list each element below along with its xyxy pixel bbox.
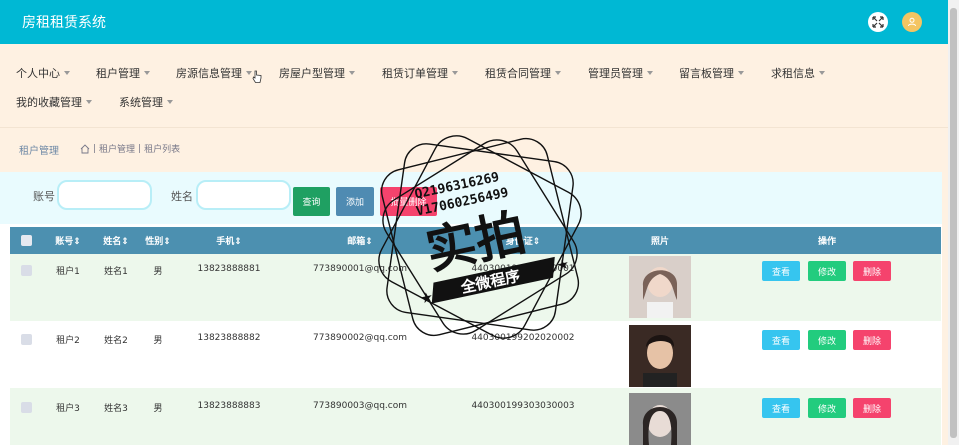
column-header-name[interactable]: 姓名⇕ — [103, 234, 129, 247]
caret-down-icon — [647, 71, 653, 75]
view-button[interactable]: 查看 — [762, 330, 800, 350]
scrollbar-thumb[interactable] — [950, 8, 957, 438]
caret-down-icon — [555, 71, 561, 75]
nav-item-favorites[interactable]: 我的收藏管理 — [16, 94, 92, 110]
column-header-gender[interactable]: 性别⇕ — [145, 234, 171, 247]
tenant-photo — [629, 256, 691, 318]
caret-down-icon — [819, 71, 825, 75]
view-button[interactable]: 查看 — [762, 261, 800, 281]
nav-item-personal-center[interactable]: 个人中心 — [16, 65, 70, 81]
fullscreen-icon[interactable] — [868, 12, 888, 32]
cell-account: 租户2 — [56, 336, 80, 346]
nav-item-house-type[interactable]: 房屋户型管理 — [279, 65, 355, 81]
avatar-icon[interactable] — [902, 12, 922, 32]
cell-phone: 13823888882 — [197, 333, 261, 343]
cell-account: 租户1 — [56, 267, 80, 277]
row-checkbox[interactable] — [21, 402, 32, 413]
star-icon: ★ — [555, 256, 571, 274]
caret-down-icon — [349, 71, 355, 75]
top-bar: 房租租赁系统 — [0, 0, 948, 44]
nav-item-tenant[interactable]: 租户管理 — [96, 65, 150, 81]
account-search-input[interactable] — [57, 180, 152, 210]
breadcrumb-item: 租户列表 — [144, 145, 181, 155]
name-search-input[interactable] — [196, 180, 291, 210]
cell-gender: 男 — [153, 267, 163, 277]
column-header-phone[interactable]: 手机⇕ — [216, 234, 242, 247]
caret-down-icon — [86, 100, 92, 104]
hand-cursor-icon — [252, 70, 262, 87]
breadcrumb-item[interactable]: 租户管理 — [99, 142, 135, 155]
main-nav: 个人中心 租户管理 房源信息管理 房屋户型管理 租赁订单管理 租赁合同管理 管理… — [0, 44, 948, 126]
nav-item-house-source[interactable]: 房源信息管理 — [176, 65, 252, 81]
caret-down-icon — [452, 71, 458, 75]
cell-phone: 13823888883 — [197, 401, 261, 411]
scrollbar[interactable] — [948, 0, 959, 445]
nav-item-admin[interactable]: 管理员管理 — [588, 65, 653, 81]
breadcrumb: | 租户管理 | 租户列表 — [80, 142, 180, 155]
column-header-account[interactable]: 账号⇕ — [55, 234, 81, 247]
delete-button[interactable]: 删除 — [853, 398, 891, 418]
account-label: 账号 — [33, 190, 55, 203]
nav-item-system[interactable]: 系统管理 — [119, 94, 173, 110]
nav-item-message-board[interactable]: 留言板管理 — [679, 65, 744, 81]
tenant-photo — [629, 393, 691, 445]
cell-gender: 男 — [153, 404, 163, 414]
star-icon: ★ — [419, 289, 435, 307]
nav-item-rent-request[interactable]: 求租信息 — [771, 65, 825, 81]
cell-id-card: 440300199303030003 — [471, 401, 575, 411]
caret-down-icon — [167, 100, 173, 104]
edit-button[interactable]: 修改 — [808, 398, 846, 418]
table-row: 租户3 姓名3 男 13823888883 773890003@qq.com 4… — [10, 388, 941, 445]
column-header-photo: 照片 — [650, 237, 670, 247]
select-all-checkbox[interactable] — [21, 235, 32, 246]
breadcrumb-title: 租户管理 — [19, 146, 59, 157]
nav-item-rent-contract[interactable]: 租赁合同管理 — [485, 65, 561, 81]
delete-button[interactable]: 删除 — [853, 261, 891, 281]
caret-down-icon — [738, 71, 744, 75]
edit-button[interactable]: 修改 — [808, 261, 846, 281]
cell-gender: 男 — [153, 336, 163, 346]
cell-account: 租户3 — [56, 404, 80, 414]
cell-phone: 13823888881 — [197, 264, 261, 274]
home-icon[interactable] — [80, 143, 90, 154]
cell-name: 姓名1 — [104, 267, 128, 277]
query-button[interactable]: 查询 — [293, 187, 330, 216]
app-title: 房租租赁系统 — [22, 15, 106, 31]
caret-down-icon — [64, 71, 70, 75]
cell-name: 姓名2 — [104, 336, 128, 346]
nav-item-rent-order[interactable]: 租赁订单管理 — [382, 65, 458, 81]
watermark-stamp: Q2196316269 V17060256499 实拍 全微程序 ★ ★ — [378, 135, 582, 339]
cell-email: 773890003@qq.com — [312, 401, 408, 411]
caret-down-icon — [144, 71, 150, 75]
add-button[interactable]: 添加 — [336, 187, 374, 216]
cell-name: 姓名3 — [104, 404, 128, 414]
name-label: 姓名 — [171, 190, 193, 203]
row-checkbox[interactable] — [21, 334, 32, 345]
column-header-actions: 操作 — [817, 237, 837, 247]
delete-button[interactable]: 删除 — [853, 330, 891, 350]
column-header-email[interactable]: 邮箱⇕ — [347, 234, 373, 247]
view-button[interactable]: 查看 — [762, 398, 800, 418]
edit-button[interactable]: 修改 — [808, 330, 846, 350]
tenant-photo — [629, 325, 691, 387]
row-checkbox[interactable] — [21, 265, 32, 276]
